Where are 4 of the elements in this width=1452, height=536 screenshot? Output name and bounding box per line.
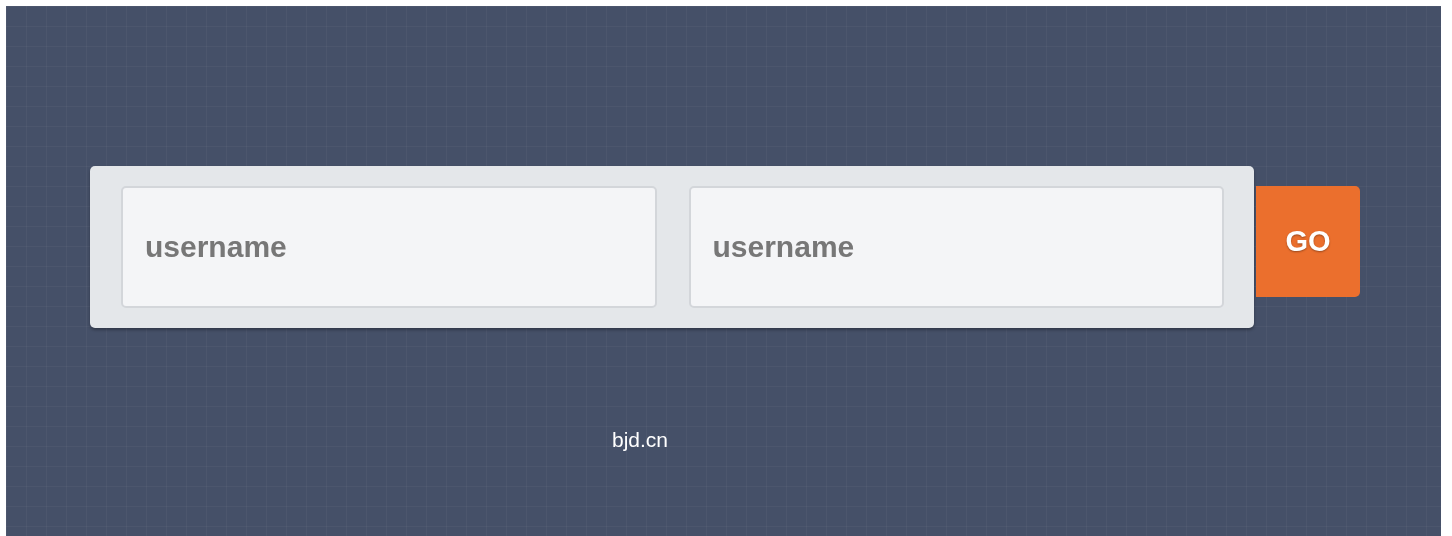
go-button[interactable]: GO <box>1256 186 1360 297</box>
input-field[interactable]: username <box>121 186 657 308</box>
footer-text: bjd.cn <box>612 428 669 452</box>
input-field[interactable]: username <box>688 186 1224 308</box>
